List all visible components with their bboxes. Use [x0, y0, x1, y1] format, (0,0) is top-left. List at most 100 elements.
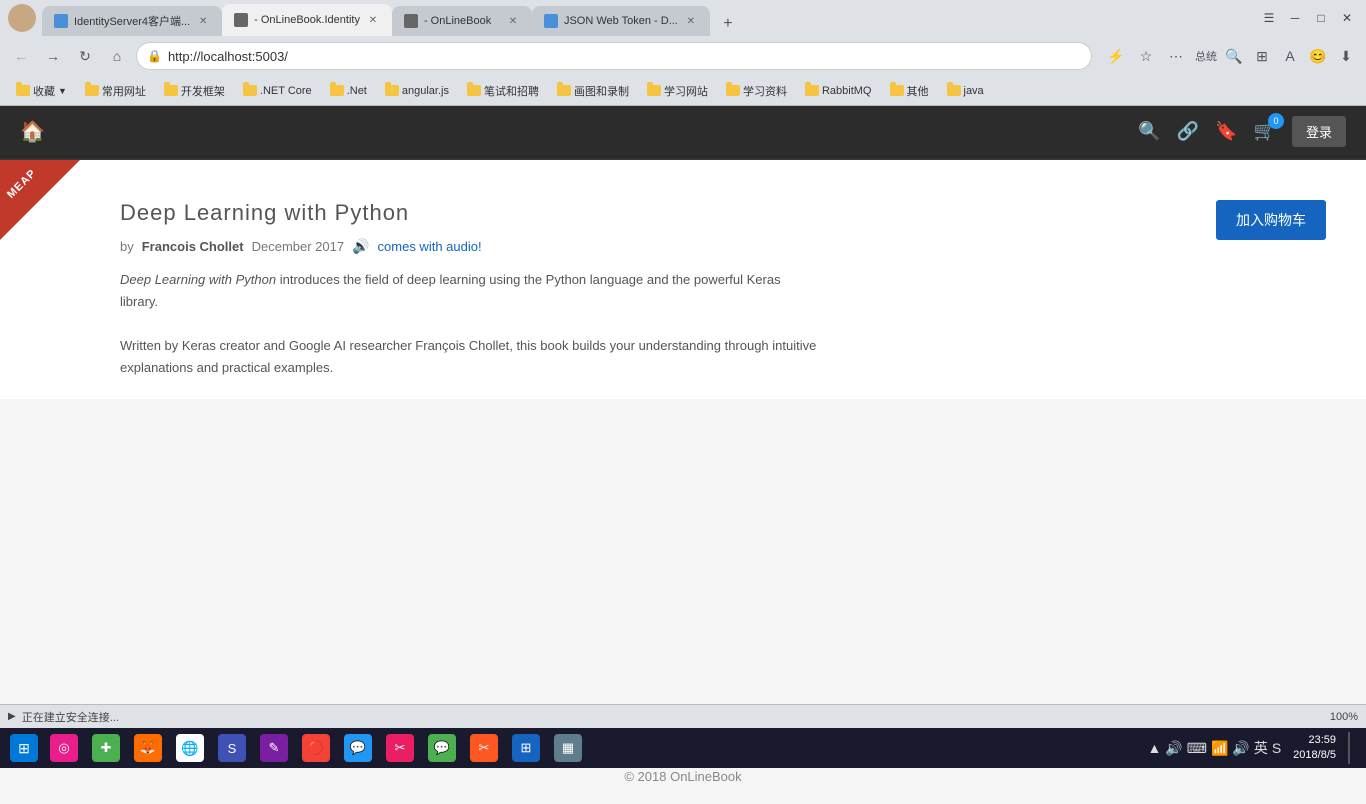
- bookmark-angular[interactable]: angular.js: [377, 83, 457, 99]
- bookmark-other[interactable]: 其他: [882, 81, 937, 101]
- tab-3[interactable]: - OnLineBook ✕: [392, 6, 532, 36]
- dots-icon[interactable]: ⋯: [1164, 44, 1188, 68]
- taskbar-app-grid[interactable]: ⊞: [506, 728, 546, 768]
- bookmark-java[interactable]: java: [939, 83, 992, 99]
- bookmark-net[interactable]: .Net: [322, 83, 375, 99]
- bookmark-exam[interactable]: 笔试和招聘: [459, 81, 547, 101]
- bookmark-icon[interactable]: 🔖: [1215, 121, 1237, 142]
- tab-close-btn[interactable]: ✕: [684, 14, 698, 28]
- tab-4[interactable]: JSON Web Token - D... ✕: [532, 6, 710, 36]
- bookmark-favorites[interactable]: 收藏 ▼: [8, 81, 75, 101]
- bookmark-label: 其他: [907, 83, 929, 99]
- tray-lang[interactable]: 英: [1254, 738, 1268, 758]
- app-icon-tablet: ▦: [554, 734, 582, 762]
- status-right: 100%: [1330, 711, 1358, 723]
- bookmark-study-site[interactable]: 学习网站: [639, 81, 716, 101]
- restore-btn[interactable]: □: [1310, 7, 1332, 29]
- taskbar-app-7[interactable]: 🔴: [296, 728, 336, 768]
- clock[interactable]: 23:59 2018/8/5: [1287, 733, 1342, 764]
- taskbar-app-cortana[interactable]: ◎: [44, 728, 84, 768]
- start-button[interactable]: ⊞: [4, 728, 44, 768]
- tray-speaker[interactable]: 🔊: [1165, 740, 1182, 757]
- tab-close-btn[interactable]: ✕: [366, 13, 380, 27]
- app-icon-9: ✂: [386, 734, 414, 762]
- bookmark-study-res[interactable]: 学习资料: [718, 81, 795, 101]
- bookmark-common[interactable]: 常用网址: [77, 81, 154, 101]
- taskbar-app-tablet[interactable]: ▦: [548, 728, 588, 768]
- forward-btn[interactable]: →: [40, 43, 66, 69]
- tray-keyboard[interactable]: ⌨: [1187, 740, 1207, 757]
- site-home-icon[interactable]: 🏠: [20, 119, 45, 144]
- tab-2[interactable]: - OnLineBook.Identity ✕: [222, 4, 392, 36]
- tray-network[interactable]: 📶: [1211, 740, 1228, 757]
- back-btn[interactable]: ←: [8, 43, 34, 69]
- empty-content-area: [0, 399, 1366, 749]
- tab-1[interactable]: IdentityServer4客户端... ✕: [42, 6, 222, 36]
- meap-badge: MEAP: [0, 160, 80, 240]
- tray-volume[interactable]: 🔊: [1232, 740, 1249, 757]
- bookmark-label: RabbitMQ: [822, 85, 872, 97]
- search-icon[interactable]: 🔍: [1222, 44, 1246, 68]
- audio-icon: 🔊: [352, 238, 369, 255]
- link-icon[interactable]: 🔗: [1177, 121, 1199, 142]
- tab-label: JSON Web Token - D...: [564, 15, 678, 27]
- site-nav-icons: 🔍 🔗 🔖 🛒 0 登录: [1138, 116, 1346, 147]
- tray-up-arrow[interactable]: ▲: [1147, 740, 1161, 756]
- cart-icon-wrapper[interactable]: 🛒 0: [1254, 121, 1276, 142]
- search-360-icon[interactable]: 总统: [1194, 44, 1218, 68]
- url-bar[interactable]: 🔒 http://localhost:5003/: [136, 42, 1092, 70]
- publish-date: December 2017: [252, 239, 345, 254]
- minimize-btn[interactable]: ─: [1284, 7, 1306, 29]
- book-content: Deep Learning with Python by Francois Ch…: [40, 180, 1216, 379]
- tab-close-btn[interactable]: ✕: [196, 14, 210, 28]
- taskbar-app-5[interactable]: S: [212, 728, 252, 768]
- taskbar-app-3[interactable]: 🦊: [128, 728, 168, 768]
- qr-icon[interactable]: ⊞: [1250, 44, 1274, 68]
- folder-icon: [557, 85, 571, 96]
- lightning-icon[interactable]: ⚡: [1104, 44, 1128, 68]
- settings-btn[interactable]: ☰: [1258, 7, 1280, 29]
- clock-time: 23:59: [1293, 733, 1336, 748]
- taskbar-apps: ◎ ✚ 🦊 🌐 S ✎: [44, 728, 1147, 768]
- bookmarks-bar: 收藏 ▼ 常用网址 开发框架 .NET Core .Net angular.js…: [0, 76, 1366, 106]
- tab-label: - OnLineBook: [424, 15, 491, 27]
- taskbar-app-11[interactable]: ✂: [464, 728, 504, 768]
- star-icon[interactable]: ☆: [1134, 44, 1158, 68]
- folder-icon: [16, 85, 30, 96]
- show-desktop-btn[interactable]: [1348, 732, 1354, 764]
- app-icon-3: 🦊: [134, 734, 162, 762]
- cortana-icon: ◎: [50, 734, 78, 762]
- bookmark-label: 收藏: [33, 83, 55, 99]
- tab-favicon: [54, 14, 68, 28]
- folder-icon: [164, 85, 178, 96]
- taskbar: ⊞ ◎ ✚ 🦊 🌐 S: [0, 728, 1366, 768]
- website-content: 🏠 🔍 🔗 🔖 🛒 0 登录 MEAP Deep Lea: [0, 106, 1366, 804]
- home-btn[interactable]: ⌂: [104, 43, 130, 69]
- close-btn[interactable]: ✕: [1336, 7, 1358, 29]
- add-to-cart-button[interactable]: 加入购物车: [1216, 200, 1326, 240]
- taskbar-app-9[interactable]: ✂: [380, 728, 420, 768]
- search-icon[interactable]: 🔍: [1138, 121, 1160, 142]
- translate-icon[interactable]: A: [1278, 44, 1302, 68]
- taskbar-app-2[interactable]: ✚: [86, 728, 126, 768]
- taskbar-app-10[interactable]: 💬: [422, 728, 462, 768]
- audio-link[interactable]: comes with audio!: [378, 239, 482, 254]
- bookmark-rabbitmq[interactable]: RabbitMQ: [797, 83, 880, 99]
- taskbar-app-chrome[interactable]: 🌐: [170, 728, 210, 768]
- tabs-bar: IdentityServer4客户端... ✕ - OnLineBook.Ide…: [42, 0, 1250, 36]
- tray-antivirus[interactable]: S: [1272, 740, 1281, 756]
- tab-close-btn[interactable]: ✕: [506, 14, 520, 28]
- folder-icon: [890, 85, 904, 96]
- taskbar-app-8[interactable]: 💬: [338, 728, 378, 768]
- login-button[interactable]: 登录: [1292, 116, 1346, 147]
- address-icons: ⚡ ☆ ⋯: [1104, 44, 1188, 68]
- taskbar-app-6[interactable]: ✎: [254, 728, 294, 768]
- new-tab-btn[interactable]: +: [714, 12, 742, 36]
- bookmark-draw[interactable]: 画图和录制: [549, 81, 637, 101]
- download-icon[interactable]: ⬇: [1334, 44, 1358, 68]
- bookmark-netcore[interactable]: .NET Core: [235, 83, 320, 99]
- bookmark-devframework[interactable]: 开发框架: [156, 81, 233, 101]
- refresh-btn[interactable]: ↻: [72, 43, 98, 69]
- bookmark-label: .Net: [347, 85, 367, 97]
- emoji-icon[interactable]: 😊: [1306, 44, 1330, 68]
